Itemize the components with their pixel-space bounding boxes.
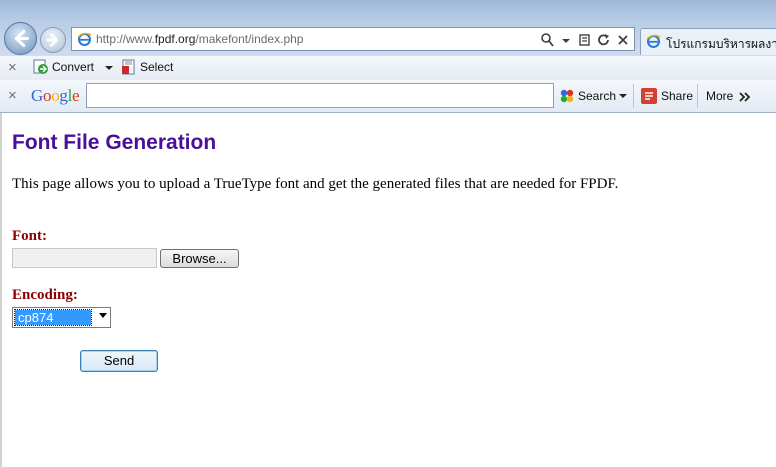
stop-icon[interactable] [616, 32, 630, 48]
tab-current[interactable]: โปรแกรมบริหารผลงานแ [640, 28, 776, 55]
close-toolbar-icon[interactable]: × [8, 60, 17, 76]
close-toolbar-icon[interactable]: × [8, 88, 17, 104]
select-icon [122, 59, 135, 75]
refresh-icon[interactable] [597, 32, 611, 48]
encoding-selected-value: cp874 [14, 309, 92, 326]
double-chevron-right-icon[interactable] [738, 89, 754, 105]
share-icon [641, 88, 657, 104]
share-button[interactable]: Share [661, 89, 693, 103]
tab-label: โปรแกรมบริหารผลงานแ [666, 37, 776, 51]
page-title: Font File Generation [12, 131, 217, 154]
chevron-down-icon[interactable] [99, 313, 107, 318]
encoding-label: Encoding: [12, 287, 78, 303]
convert-button[interactable]: Convert [52, 60, 94, 74]
pdf-toolbar: × Convert Select [0, 56, 776, 81]
address-url[interactable]: http://www.fpdf.org/makefont/index.php [96, 32, 303, 46]
forward-button[interactable] [40, 27, 66, 53]
convert-icon [33, 59, 48, 74]
search-icon[interactable] [540, 32, 554, 48]
back-arrow-icon [14, 29, 30, 48]
font-file-input[interactable] [12, 248, 157, 268]
more-button[interactable]: More [706, 89, 733, 103]
browser-title-bar: http://www.fpdf.org/makefont/index.php โ… [0, 0, 776, 56]
url-path: /makefont/index.php [195, 32, 304, 46]
google-search-input[interactable] [86, 83, 554, 108]
address-bar[interactable]: http://www.fpdf.org/makefont/index.php [71, 27, 635, 51]
ie-page-icon [646, 34, 661, 48]
compatibility-icon[interactable] [578, 32, 592, 48]
search-dropdown-icon[interactable] [616, 88, 632, 104]
encoding-select[interactable]: cp874 [12, 307, 111, 328]
google-search-icon [560, 89, 574, 103]
convert-dropdown-icon[interactable] [102, 60, 118, 76]
back-button[interactable] [4, 22, 37, 55]
toolbar-divider [697, 84, 698, 108]
toolbar-divider [633, 84, 634, 108]
send-button[interactable]: Send [80, 350, 158, 372]
address-tools [540, 31, 630, 49]
font-label: Font: [12, 228, 47, 244]
intro-text: This page allows you to upload a TrueTyp… [12, 176, 619, 192]
google-search-button[interactable]: Search [578, 89, 616, 103]
url-domain: fpdf.org [154, 32, 196, 46]
url-prefix: http://www. [96, 32, 155, 46]
search-dropdown-icon[interactable] [559, 32, 573, 48]
browse-button[interactable]: Browse... [160, 249, 239, 268]
google-logo: Google [31, 86, 80, 105]
select-button[interactable]: Select [140, 60, 173, 74]
page-content [0, 113, 776, 467]
ie-page-icon [77, 32, 92, 46]
forward-arrow-icon [46, 33, 58, 47]
